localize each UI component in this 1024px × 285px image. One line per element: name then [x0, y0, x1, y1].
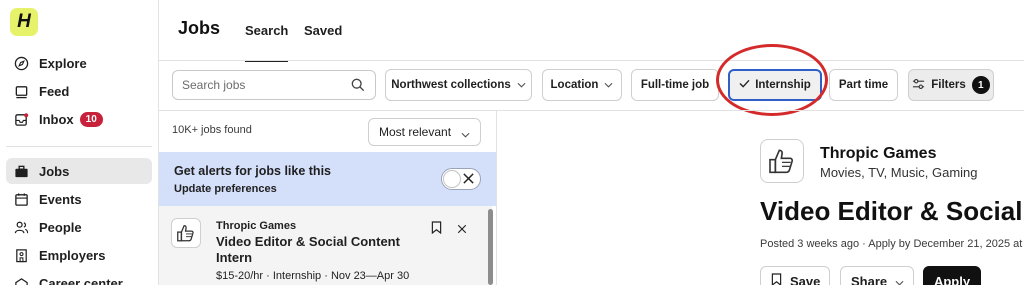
sidebar: H Explore Feed Inbox 10 Jobs Events Peop… [0, 0, 159, 285]
share-button[interactable]: Share [840, 266, 914, 285]
sidebar-item-people[interactable]: People [6, 214, 152, 240]
pill-label: Filters [931, 79, 966, 91]
update-preferences-link[interactable]: Update preferences [174, 183, 277, 195]
sidebar-item-explore[interactable]: Explore [6, 50, 152, 76]
pill-label: Part time [838, 79, 889, 91]
northwest-collections-dropdown[interactable]: Northwest collections [385, 69, 532, 101]
sidebar-item-label: Career center [39, 275, 123, 285]
job-company: Thropic Games [216, 220, 297, 232]
sidebar-divider [6, 146, 152, 147]
chevron-down-icon [517, 79, 526, 91]
tab-saved[interactable]: Saved [304, 23, 342, 38]
calendar-icon [12, 190, 30, 208]
save-button[interactable]: Save [760, 266, 830, 285]
job-title: Video Editor & Social Content Intern [216, 234, 400, 265]
sidebar-item-feed[interactable]: Feed [6, 78, 152, 104]
sidebar-item-label: Inbox [39, 111, 74, 127]
apply-label: Apply [933, 273, 971, 285]
employer-industry: Movies, TV, Music, Gaming [820, 165, 978, 180]
thumbs-up-logo-icon [171, 218, 201, 248]
part-time-filter[interactable]: Part time [829, 69, 898, 101]
search-box [172, 70, 376, 100]
results-scrollbar[interactable] [488, 209, 493, 285]
chevron-down-icon [461, 127, 470, 141]
pill-label: Location [550, 79, 599, 91]
tab-search[interactable]: Search [245, 23, 289, 62]
sidebar-item-label: Feed [39, 83, 70, 99]
compass-icon [12, 54, 30, 72]
alert-title: Get alerts for jobs like this [174, 164, 331, 178]
sidebar-item-inbox[interactable]: Inbox 10 [6, 106, 152, 132]
bookmark-icon [771, 273, 782, 285]
results-list: 10K+ jobs found Most relevant Get alerts… [159, 111, 497, 285]
employer-name-link[interactable]: Thropic Games [820, 145, 936, 163]
sidebar-item-label: Jobs [39, 163, 70, 179]
check-icon [739, 79, 750, 91]
location-dropdown[interactable]: Location [542, 69, 622, 101]
building-icon [12, 246, 30, 264]
filters-button[interactable]: Filters 1 [908, 69, 994, 101]
filter-count-badge: 1 [971, 76, 990, 94]
page-title: Jobs [178, 18, 221, 38]
job-posted-info: Posted 3 weeks ago · Apply by December 2… [760, 238, 1023, 250]
briefcase-icon [12, 162, 30, 180]
chevron-down-icon [604, 79, 613, 91]
internship-filter[interactable]: Internship [728, 69, 822, 101]
sidebar-item-label: Events [39, 191, 82, 207]
thumbs-up-logo-icon [760, 139, 804, 183]
sidebar-item-label: Employers [39, 247, 106, 263]
results-count: 10K+ jobs found [172, 124, 252, 136]
save-label: Save [790, 273, 821, 285]
job-detail-title: Video Editor & Social C [760, 196, 1024, 226]
sliders-icon [912, 78, 925, 93]
sidebar-item-label: Explore [39, 55, 87, 71]
bookmark-icon[interactable] [431, 221, 442, 239]
chevron-down-icon [895, 274, 904, 285]
inbox-count-badge: 10 [79, 111, 103, 127]
inbox-icon [12, 110, 30, 128]
apply-button[interactable]: Apply [923, 266, 981, 285]
job-alert-banner: Get alerts for jobs like this Update pre… [159, 152, 496, 206]
full-time-job-filter[interactable]: Full-time job [631, 69, 719, 101]
toggle-knob [443, 170, 461, 188]
sidebar-item-career-center[interactable]: Career center [6, 270, 152, 285]
feed-icon [12, 82, 30, 100]
job-alert-toggle[interactable] [441, 168, 481, 190]
sidebar-item-events[interactable]: Events [6, 186, 152, 212]
close-icon[interactable] [457, 221, 467, 239]
header-divider [159, 60, 1024, 61]
pill-label: Internship [755, 79, 811, 91]
job-meta: $15-20/hr · Internship · Nov 23—Apr 30 [216, 270, 410, 282]
pill-label: Full-time job [640, 79, 710, 91]
sort-label: Most relevant [379, 125, 452, 139]
pill-label: Northwest collections [391, 79, 511, 91]
close-icon [462, 172, 475, 190]
job-card[interactable]: Thropic Games Video Editor & Social Cont… [159, 206, 492, 285]
career-center-icon [12, 274, 30, 285]
search-input[interactable] [182, 78, 342, 92]
people-icon [12, 218, 30, 236]
search-icon[interactable] [351, 78, 365, 97]
sidebar-item-jobs[interactable]: Jobs [6, 158, 152, 184]
sidebar-item-employers[interactable]: Employers [6, 242, 152, 268]
share-label: Share [851, 273, 888, 285]
app-logo[interactable]: H [10, 8, 38, 36]
sort-dropdown[interactable]: Most relevant [368, 118, 481, 146]
sidebar-item-label: People [39, 219, 82, 235]
